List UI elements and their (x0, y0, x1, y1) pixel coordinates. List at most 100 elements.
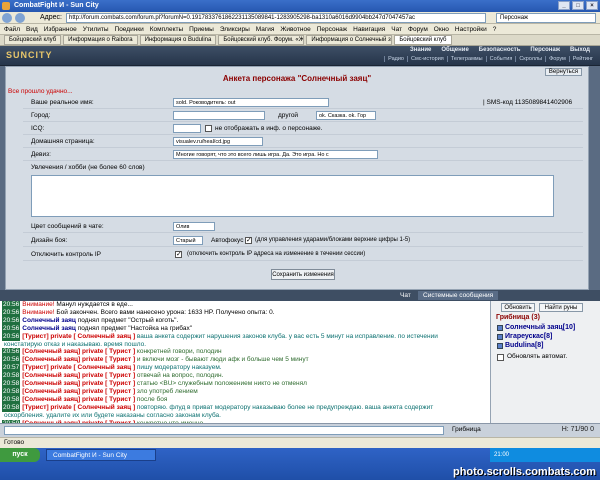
back-icon[interactable] (2, 13, 12, 23)
game-menu-item[interactable]: Выход (570, 47, 590, 53)
menu-item[interactable]: Настройки (455, 26, 487, 33)
game-submenu-item[interactable]: Смс-история (406, 56, 447, 62)
game-submenu-item[interactable]: Радио (384, 56, 407, 62)
game-submenu-item[interactable]: Скроллы (515, 56, 545, 62)
chat-timestamp: 20:58 (2, 387, 21, 396)
chat-sender[interactable]: [Солнечный заяц] private [ Турист ] (22, 348, 135, 355)
game-submenu-item[interactable]: Рейтинг (568, 56, 596, 62)
chat-sender[interactable]: Внимание! (22, 301, 54, 308)
user-info-icon[interactable] (497, 334, 503, 340)
menu-item[interactable]: Приемы (189, 26, 214, 33)
chat-input[interactable] (4, 426, 444, 435)
menu-item[interactable]: Персонаж (317, 26, 347, 33)
game-menu-item[interactable]: Персонаж (530, 47, 560, 53)
minimize-button[interactable]: _ (558, 1, 570, 10)
menu-item[interactable]: Форум (408, 26, 428, 33)
chat-message: 20:58 [Солнечный заяц] private [ Турист ]… (0, 372, 490, 381)
city-other-input[interactable]: ok. Сказка. ok. Гор (316, 111, 376, 120)
chat-sender[interactable]: [Солнечный заяц] private [ Турист ] (22, 388, 135, 395)
menu-item[interactable]: Животное (280, 26, 310, 33)
chat-sender[interactable]: [Турист] private [ Солнечный заяц ] (22, 333, 135, 340)
online-user[interactable]: Budulina[8] (505, 342, 544, 349)
find-runes-button[interactable]: Найти руны (539, 303, 583, 312)
game-submenu-item[interactable]: События (485, 56, 516, 62)
close-button[interactable]: × (586, 1, 598, 10)
chat-text: поднял предмет "Острый коготь". (75, 316, 179, 324)
menu-item[interactable]: Поединки (115, 26, 144, 33)
menu-item[interactable]: Чат (391, 26, 402, 33)
row-real-name: Ваше реальное имя: sold. Роководитель: o… (23, 97, 583, 109)
chat-timestamp: 20:56 (2, 301, 21, 309)
chat-sender[interactable]: [Солнечный заяц] private [ Турист ] (22, 396, 135, 403)
game-submenu-item[interactable]: Форум (545, 56, 569, 62)
battle-design-select[interactable]: Старый (173, 236, 203, 245)
location-name: Грибница (452, 426, 481, 433)
menu-item[interactable]: Вид (26, 26, 38, 33)
browser-tab[interactable]: Бойцовский клуб (4, 35, 62, 45)
browser-tab[interactable]: Бойцовский клуб. Форум. «Жалобы... (218, 35, 305, 45)
maximize-button[interactable]: □ (572, 1, 584, 10)
ip-control-checkbox[interactable] (175, 250, 182, 258)
icq-hide-checkbox[interactable] (205, 125, 212, 132)
game-menu-item[interactable]: Безопасность (479, 47, 521, 53)
hobby-textarea[interactable] (31, 175, 554, 217)
chat-message: 20:58 [Солнечный заяц] private [ Турист ]… (0, 395, 490, 404)
chat-sender[interactable]: Солнечный заяц (22, 325, 76, 332)
room-title: Грибница (3) (496, 314, 540, 321)
menu-item[interactable]: Окно (434, 26, 449, 33)
browser-tab[interactable]: Бойцовский клуб (394, 35, 452, 45)
menu-item[interactable]: ? (493, 26, 497, 33)
browser-tab[interactable]: Информация о Budulina (139, 35, 217, 45)
menu-item[interactable]: Магия (256, 26, 275, 33)
chat-sender[interactable]: [Турист] private [ Солнечный заяц ] (22, 404, 135, 411)
icq-hide-label: не отображать в инф. о персонаже. (215, 125, 323, 132)
menu-item[interactable]: Файл (4, 26, 20, 33)
homepage-input[interactable]: visualev.ru/heal/cd.jpg (173, 137, 263, 146)
chat-message: 20:56 Солнечный заяц поднял предмет "Остр… (0, 316, 490, 325)
user-info-icon[interactable] (497, 325, 503, 331)
forward-icon[interactable] (15, 13, 25, 23)
chat-text: поднял предмет "Настойка на грибах" (75, 324, 193, 332)
user-info-icon[interactable] (497, 343, 503, 349)
chat-sender[interactable]: Солнечный заяц (22, 317, 76, 324)
url-field[interactable]: http://forum.combats.com/forum.pl?forumN… (66, 13, 486, 23)
chat-sender[interactable]: [Солнечный заяц] private [ Турист ] (22, 380, 135, 387)
game-menu-item[interactable]: Общение (441, 47, 468, 53)
chat-message: 20:56 [Турист] private [ Солнечный заяц ]… (0, 332, 490, 341)
autofocus-checkbox[interactable] (245, 236, 252, 244)
icq-label: ICQ: (31, 125, 45, 132)
taskbar-item[interactable]: CombatFight И - Sun City (46, 449, 156, 461)
auto-refresh-checkbox[interactable] (497, 354, 504, 361)
chat-message: 20:57 [Турист] private [ Солнечный заяц ]… (0, 364, 490, 373)
tab-system-messages[interactable]: Системные сообщения (418, 291, 499, 300)
search-field[interactable]: Персонаж (496, 13, 596, 23)
form-title: Анкета персонажа "Солнечный заяц" (222, 74, 372, 83)
game-menu-item[interactable]: Знание (410, 47, 431, 53)
menu-item[interactable]: Навигация (353, 26, 385, 33)
save-changes-button[interactable]: Сохранить изменения (271, 269, 335, 280)
row-icq: ICQ: не отображать в инф. о персонаже. (23, 123, 583, 135)
motto-input[interactable]: Многие говорят, что это всего лишь игра.… (173, 150, 378, 159)
online-user[interactable]: Игареускас[8] (505, 333, 552, 340)
chat-sender[interactable]: [Солнечный заяц] private [ Турист ] (22, 372, 135, 379)
menu-item[interactable]: Утилиты (83, 26, 109, 33)
refresh-button[interactable]: Обновить (501, 303, 535, 312)
chat-sender[interactable]: Внимание! (22, 309, 54, 316)
chat-timestamp: 20:57 (2, 364, 21, 373)
browser-tab[interactable]: Информация о Raibora (63, 35, 138, 45)
chat-sender[interactable]: [Турист] private [ Солнечный заяц ] (22, 364, 135, 371)
menu-item[interactable]: Эликсиры (220, 26, 250, 33)
icq-input[interactable] (173, 124, 201, 133)
tab-chat[interactable]: Чат (395, 291, 416, 300)
start-button[interactable]: пуск (0, 448, 40, 462)
menu-item[interactable]: Избранное (44, 26, 77, 33)
browser-tab[interactable]: Информация о Солнечный заяц (306, 35, 393, 45)
city-select[interactable] (173, 111, 265, 120)
real-name-input[interactable]: sold. Роководитель: out (173, 98, 329, 107)
chat-sender[interactable]: [Солнечный заяц] private [ Турист ] (22, 356, 135, 363)
chat-color-select[interactable]: Олив (173, 222, 215, 231)
menu-item[interactable]: Комплекты (150, 26, 183, 33)
game-submenu-item[interactable]: Телеграммы (446, 56, 486, 62)
online-user[interactable]: Солнечный заяц[10] (505, 324, 575, 331)
chat-log[interactable]: 20:56 Внимание! Манул нуждается в еде... 2… (0, 301, 490, 423)
